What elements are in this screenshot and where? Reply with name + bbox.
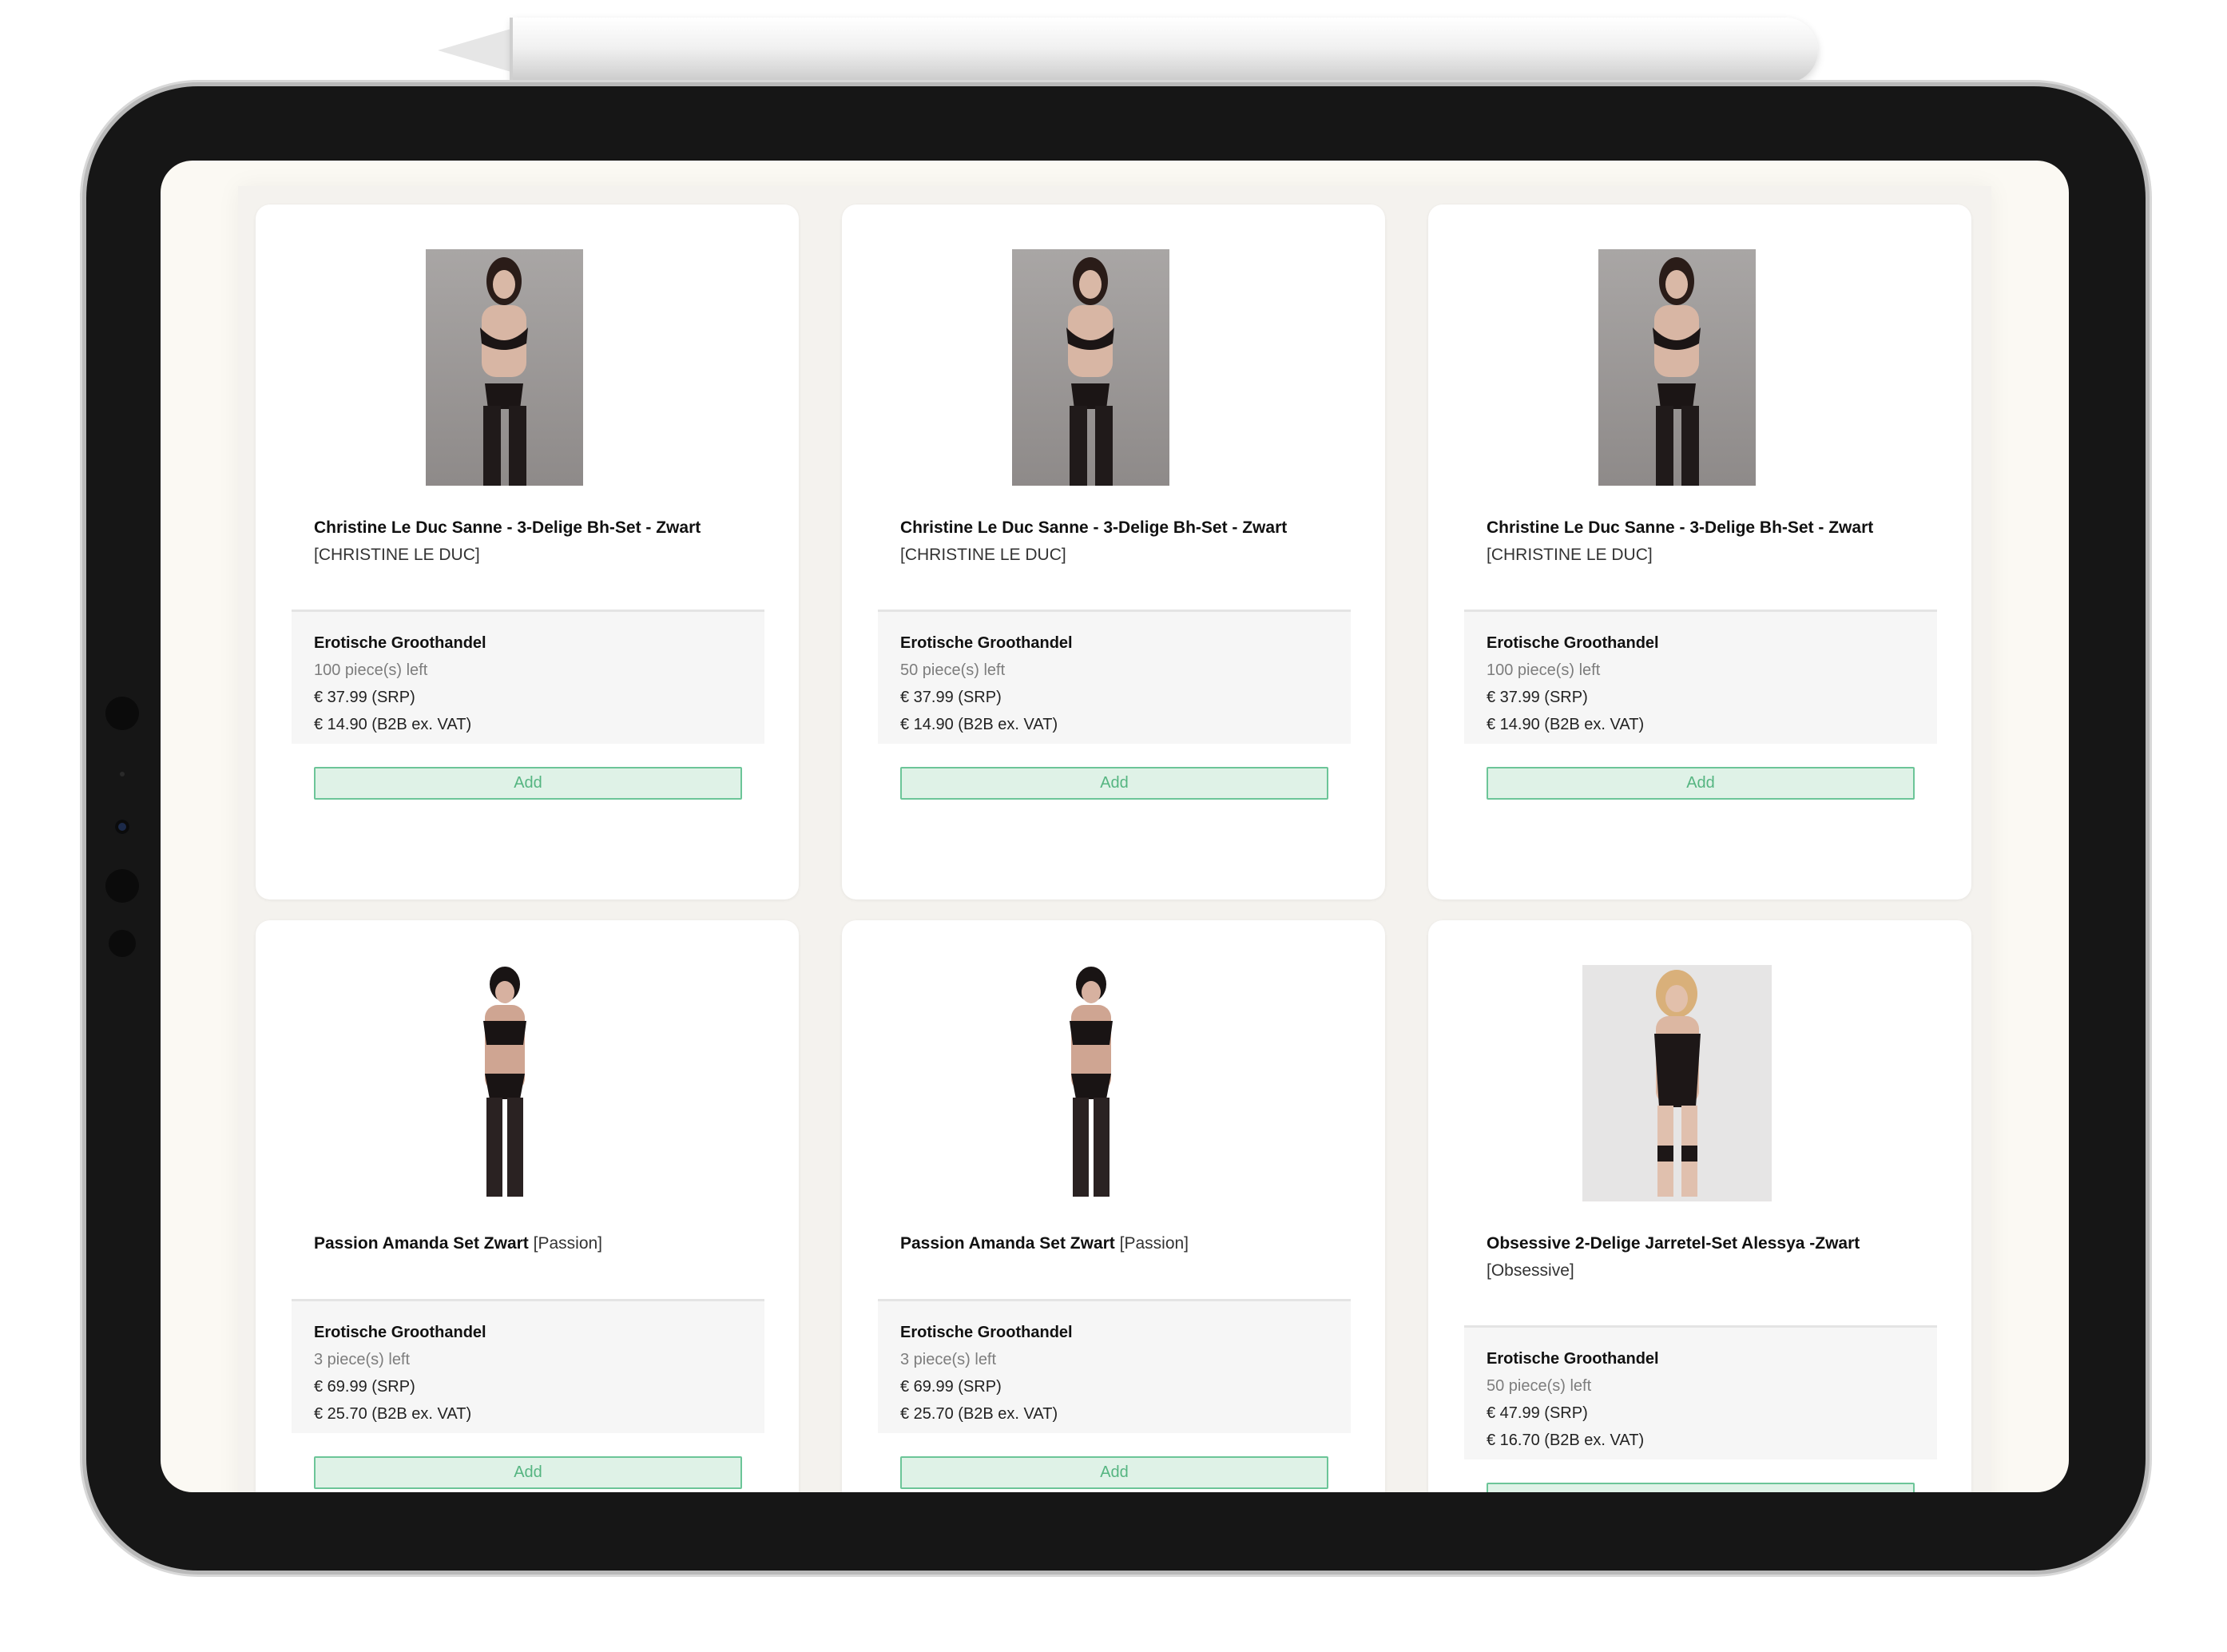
stock-count: 3 piece(s) left	[314, 1351, 411, 1368]
power-button	[80, 192, 85, 289]
add-button[interactable]: Add	[1487, 767, 1915, 800]
seller-info: Erotische Groothandel 3 piece(s) left € …	[878, 1299, 1351, 1433]
product-brand: [CHRISTINE LE DUC]	[1487, 546, 1653, 564]
tablet-screen: Christine Le Duc Sanne - 3-Delige Bh-Set…	[161, 161, 2069, 1492]
volume-button	[347, 80, 432, 85]
srp-price: € 69.99 (SRP)	[314, 1378, 415, 1396]
srp-price: € 69.99 (SRP)	[900, 1378, 1002, 1396]
product-image[interactable]	[1012, 249, 1169, 486]
stock-count: 100 piece(s) left	[1487, 661, 1601, 679]
product-card: Christine Le Duc Sanne - 3-Delige Bh-Set…	[1428, 205, 1971, 899]
srp-price: € 47.99 (SRP)	[1487, 1404, 1588, 1422]
add-button[interactable]: Add	[314, 767, 742, 800]
product-card: Christine Le Duc Sanne - 3-Delige Bh-Set…	[842, 205, 1385, 899]
add-button[interactable]: Add	[314, 1456, 742, 1489]
product-image[interactable]	[426, 965, 583, 1201]
product-title[interactable]: Christine Le Duc Sanne - 3-Delige Bh-Set…	[900, 514, 1348, 569]
product-card: Passion Amanda Set Zwart [Passion] Eroti…	[842, 920, 1385, 1492]
b2b-price: € 14.90 (B2B ex. VAT)	[1487, 716, 1645, 733]
volume-button	[248, 80, 332, 85]
srp-price: € 37.99 (SRP)	[900, 689, 1002, 706]
product-name[interactable]: Passion Amanda Set Zwart	[314, 1234, 529, 1253]
product-image[interactable]	[426, 249, 583, 486]
apple-pencil-icon	[438, 18, 1818, 83]
product-card: Passion Amanda Set Zwart [Passion] Eroti…	[256, 920, 799, 1492]
srp-price: € 37.99 (SRP)	[1487, 689, 1588, 706]
product-card: Obsessive 2-Delige Jarretel-Set Alessya …	[1428, 920, 1971, 1492]
stock-count: 50 piece(s) left	[1487, 1377, 1592, 1395]
seller-name: Erotische Groothandel	[314, 634, 486, 652]
product-name[interactable]: Obsessive 2-Delige Jarretel-Set Alessya …	[1487, 1234, 1860, 1253]
product-grid: Christine Le Duc Sanne - 3-Delige Bh-Set…	[238, 186, 1991, 1492]
sensor-dot	[105, 869, 139, 903]
product-brand: [Passion]	[1119, 1234, 1189, 1253]
sensor-dot	[105, 697, 139, 730]
product-brand: [CHRISTINE LE DUC]	[900, 546, 1066, 564]
product-image[interactable]	[1582, 965, 1772, 1201]
add-button[interactable]: Add	[900, 1456, 1328, 1489]
seller-name: Erotische Groothandel	[1487, 634, 1659, 652]
product-name[interactable]: Christine Le Duc Sanne - 3-Delige Bh-Set…	[1487, 518, 1873, 537]
seller-info: Erotische Groothandel 100 piece(s) left …	[292, 610, 764, 744]
seller-name: Erotische Groothandel	[900, 634, 1073, 652]
product-name[interactable]: Christine Le Duc Sanne - 3-Delige Bh-Set…	[314, 518, 701, 537]
stock-count: 3 piece(s) left	[900, 1351, 997, 1368]
seller-info: Erotische Groothandel 50 piece(s) left €…	[1464, 1325, 1937, 1459]
seller-info: Erotische Groothandel 50 piece(s) left €…	[878, 610, 1351, 744]
product-title[interactable]: Passion Amanda Set Zwart [Passion]	[900, 1230, 1348, 1257]
sensor-dot	[109, 930, 136, 957]
seller-info: Erotische Groothandel 3 piece(s) left € …	[292, 1299, 764, 1433]
product-title[interactable]: Christine Le Duc Sanne - 3-Delige Bh-Set…	[314, 514, 761, 569]
seller-name: Erotische Groothandel	[314, 1324, 486, 1341]
product-brand: [Obsessive]	[1487, 1261, 1574, 1280]
product-brand: [CHRISTINE LE DUC]	[314, 546, 480, 564]
stock-count: 100 piece(s) left	[314, 661, 428, 679]
sensor-dot	[120, 772, 125, 776]
product-card: Christine Le Duc Sanne - 3-Delige Bh-Set…	[256, 205, 799, 899]
product-title[interactable]: Christine Le Duc Sanne - 3-Delige Bh-Set…	[1487, 514, 1934, 569]
b2b-price: € 14.90 (B2B ex. VAT)	[900, 716, 1058, 733]
product-title[interactable]: Obsessive 2-Delige Jarretel-Set Alessya …	[1487, 1230, 1934, 1285]
front-camera-icon	[115, 820, 129, 834]
seller-name: Erotische Groothandel	[900, 1324, 1073, 1341]
product-brand: [Passion]	[533, 1234, 603, 1253]
add-button[interactable]: Add	[900, 767, 1328, 800]
srp-price: € 37.99 (SRP)	[314, 689, 415, 706]
product-image[interactable]	[1012, 965, 1169, 1201]
product-name[interactable]: Christine Le Duc Sanne - 3-Delige Bh-Set…	[900, 518, 1287, 537]
b2b-price: € 16.70 (B2B ex. VAT)	[1487, 1432, 1645, 1449]
stock-count: 50 piece(s) left	[900, 661, 1006, 679]
product-name[interactable]: Passion Amanda Set Zwart	[900, 1234, 1115, 1253]
add-button[interactable]	[1487, 1483, 1915, 1492]
b2b-price: € 25.70 (B2B ex. VAT)	[314, 1405, 472, 1423]
seller-name: Erotische Groothandel	[1487, 1350, 1659, 1368]
b2b-price: € 14.90 (B2B ex. VAT)	[314, 716, 472, 733]
seller-info: Erotische Groothandel 100 piece(s) left …	[1464, 610, 1937, 744]
b2b-price: € 25.70 (B2B ex. VAT)	[900, 1405, 1058, 1423]
product-image[interactable]	[1598, 249, 1756, 486]
product-title[interactable]: Passion Amanda Set Zwart [Passion]	[314, 1230, 761, 1257]
